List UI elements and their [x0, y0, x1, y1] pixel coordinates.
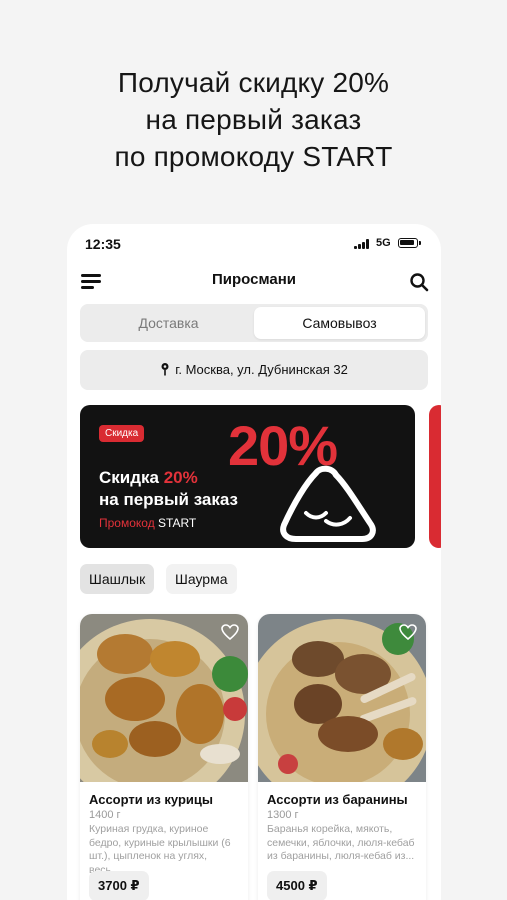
product-weight: 1400 г — [89, 809, 121, 821]
add-to-cart-button[interactable]: 4500 ₽ — [267, 871, 327, 900]
product-weight: 1300 г — [267, 809, 299, 821]
tab-delivery[interactable]: Доставка — [83, 307, 254, 339]
promo-headline: Получай скидку 20% на первый заказ по пр… — [0, 64, 507, 175]
favorite-icon[interactable] — [221, 624, 239, 640]
product-name: Ассорти из баранины — [267, 792, 408, 807]
battery-icon — [398, 238, 421, 248]
product-card[interactable]: Ассорти из курицы 1400 г Куриная грудка,… — [80, 614, 248, 900]
product-name: Ассорти из курицы — [89, 792, 214, 807]
promo-line-2: на первый заказ — [145, 104, 362, 135]
category-chip-shaurma[interactable]: Шаурма — [166, 564, 237, 594]
favorite-icon[interactable] — [399, 624, 417, 640]
signal-icon — [354, 239, 372, 249]
product-description: Куриная грудка, куриное бедро, куриные к… — [89, 823, 231, 876]
promo-line-1: Получай скидку 20% — [117, 67, 390, 98]
network-type: 5G — [376, 237, 391, 249]
product-card[interactable]: Ассорти из баранины 1300 г Баранья корей… — [258, 614, 426, 900]
category-chip-shashlik[interactable]: Шашлык — [80, 564, 155, 594]
banner-badge: Скидка — [99, 425, 145, 442]
phone-screen: 12:35 5G Пиросмани Доставка Самовывоз г.… — [67, 224, 441, 900]
search-icon[interactable] — [409, 272, 429, 292]
status-time: 12:35 — [85, 236, 121, 252]
tab-pickup[interactable]: Самовывоз — [254, 307, 425, 339]
address-selector[interactable]: г. Москва, ул. Дубнинская 32 — [80, 350, 428, 390]
address-text: г. Москва, ул. Дубнинская 32 — [175, 362, 348, 377]
app-title: Пиросмани — [212, 271, 296, 288]
promo-banner[interactable]: Скидка 20% Скидка 20% на первый заказ Пр… — [80, 405, 415, 548]
banner-promo-code: Промокод START — [99, 516, 197, 530]
product-description: Баранья корейка, мякоть, семечки, яблочк… — [267, 823, 415, 862]
nav-bar: Пиросмани — [67, 266, 441, 296]
add-to-cart-button[interactable]: 3700 ₽ — [89, 871, 149, 900]
delivery-mode-toggle: Доставка Самовывоз — [80, 304, 428, 342]
dumpling-icon — [280, 465, 376, 542]
banner-title: Скидка 20% на первый заказ — [99, 468, 238, 509]
status-bar: 12:35 5G — [67, 224, 441, 264]
next-banner-peek[interactable] — [429, 405, 441, 548]
location-pin-icon — [161, 363, 169, 376]
promo-line-3: по промокоду START — [114, 141, 393, 172]
